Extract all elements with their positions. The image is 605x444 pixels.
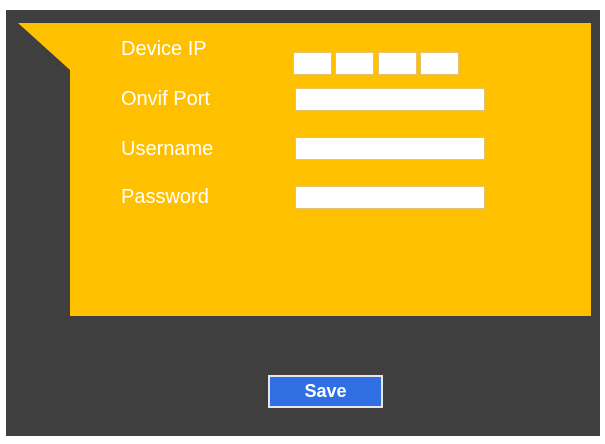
device-ip-octet-2[interactable] <box>335 52 374 75</box>
password-field[interactable] <box>295 186 485 209</box>
device-ip-octet-4[interactable] <box>420 52 459 75</box>
device-ip-octet-1[interactable] <box>293 52 332 75</box>
username-label: Username <box>121 138 214 160</box>
device-ip-octet-3[interactable] <box>378 52 417 75</box>
save-button[interactable]: Save <box>268 375 383 408</box>
device-ip-label: Device IP <box>121 38 207 60</box>
username-field[interactable] <box>295 137 485 160</box>
onvif-port-label: Onvif Port <box>121 88 210 110</box>
onvif-port-field[interactable] <box>295 88 485 111</box>
settings-window: Device IP Onvif Port Username Password S… <box>6 10 600 436</box>
password-label: Password <box>121 186 209 208</box>
